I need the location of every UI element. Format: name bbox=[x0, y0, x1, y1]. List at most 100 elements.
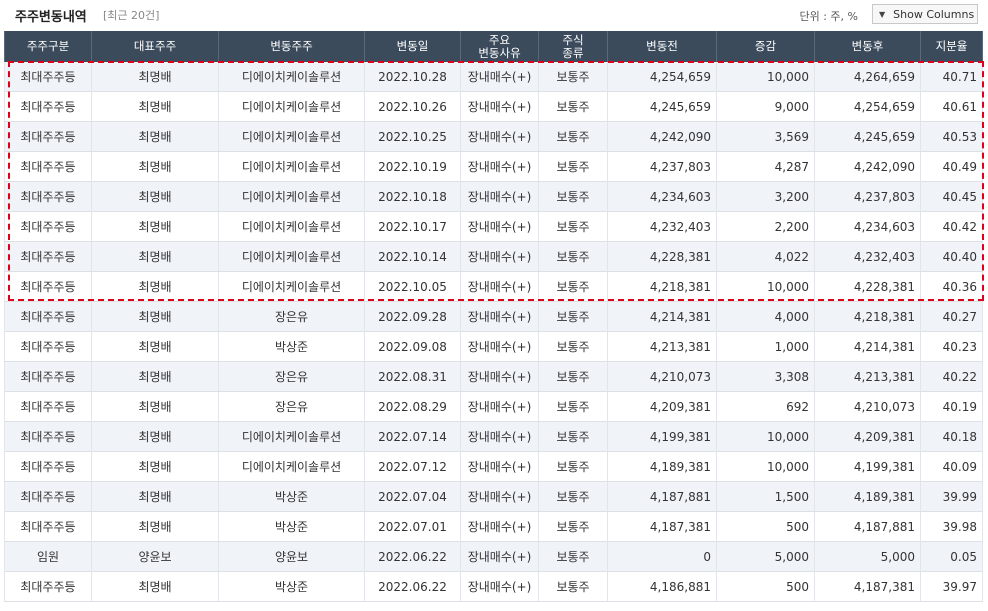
column-ownership-cell: 39.97 bbox=[920, 571, 983, 602]
column-ownership-cell: 0.05 bbox=[920, 541, 983, 572]
column-major-shareholder-header[interactable]: 대표주주 bbox=[91, 31, 219, 62]
column-major-shareholder-cell: 최명배 bbox=[91, 181, 219, 212]
column-share-type-cell: 보통주 bbox=[538, 331, 608, 362]
column-after-cell: 4,245,659 bbox=[814, 121, 921, 152]
column-shareholder-type-cell: 임원 bbox=[4, 541, 92, 572]
show-columns-button[interactable]: ▼ Show Columns bbox=[872, 4, 978, 24]
column-before-header[interactable]: 변동전 bbox=[607, 31, 717, 62]
column-share-type-cell: 보통주 bbox=[538, 511, 608, 542]
column-change-date-cell: 2022.10.25 bbox=[364, 121, 461, 152]
column-change-date-cell: 2022.10.05 bbox=[364, 271, 461, 302]
column-change-date-cell: 2022.07.04 bbox=[364, 481, 461, 512]
column-change-date-cell: 2022.07.12 bbox=[364, 451, 461, 482]
table-row: 최대주주등 최명배 디에이치케이솔루션 2022.10.25 장내매수(+) 보통주 4,2… bbox=[4, 121, 983, 152]
column-shareholder-type-cell: 최대주주등 bbox=[4, 271, 92, 302]
column-after-cell: 4,232,403 bbox=[814, 241, 921, 272]
column-before-cell: 4,187,881 bbox=[607, 481, 717, 512]
table-row: 임원 양윤보 양윤보 2022.06.22 장내매수(+) 보통주 0 5,000 5,000 0… bbox=[4, 541, 983, 572]
column-major-shareholder-cell: 최명배 bbox=[91, 511, 219, 542]
column-change-date-cell: 2022.10.14 bbox=[364, 241, 461, 272]
column-major-shareholder-cell: 최명배 bbox=[91, 241, 219, 272]
column-share-type-cell: 보통주 bbox=[538, 241, 608, 272]
column-shareholder-type-cell: 최대주주등 bbox=[4, 91, 92, 122]
column-before-cell: 4,237,803 bbox=[607, 151, 717, 182]
table-row: 최대주주등 최명배 박상준 2022.07.01 장내매수(+) 보통주 4,187,381… bbox=[4, 511, 983, 542]
column-change-date-cell: 2022.10.28 bbox=[364, 62, 461, 92]
column-before-cell: 4,199,381 bbox=[607, 421, 717, 452]
column-ownership-cell: 40.53 bbox=[920, 121, 983, 152]
column-changed-shareholder-cell: 장은유 bbox=[218, 391, 365, 422]
column-change-reason-cell: 장내매수(+) bbox=[460, 421, 539, 452]
column-share-type-cell: 보통주 bbox=[538, 361, 608, 392]
column-change-reason-header[interactable]: 주요 변동사유 bbox=[460, 31, 539, 62]
table-header-row: 주주구분 대표주주 변동주주 변동일 주요 변동사유 주식 종류 변동전 증감 변동후 지분율 bbox=[4, 31, 983, 62]
column-share-type-header[interactable]: 주식 종류 bbox=[538, 31, 608, 62]
column-before-cell: 4,187,381 bbox=[607, 511, 717, 542]
column-change-reason-cell: 장내매수(+) bbox=[460, 151, 539, 182]
column-share-type-cell: 보통주 bbox=[538, 421, 608, 452]
column-change-reason-cell: 장내매수(+) bbox=[460, 271, 539, 302]
column-after-cell: 4,210,073 bbox=[814, 391, 921, 422]
column-changed-shareholder-cell: 디에이치케이솔루션 bbox=[218, 62, 365, 92]
column-share-type-cell: 보통주 bbox=[538, 541, 608, 572]
column-changed-shareholder-cell: 디에이치케이솔루션 bbox=[218, 271, 365, 302]
table-row: 최대주주등 최명배 장은유 2022.09.28 장내매수(+) 보통주 4,214,381… bbox=[4, 301, 983, 332]
column-changed-shareholder-cell: 디에이치케이솔루션 bbox=[218, 91, 365, 122]
column-change-cell: 4,022 bbox=[716, 241, 815, 272]
column-changed-shareholder-cell: 디에이치케이솔루션 bbox=[218, 181, 365, 212]
column-change-cell: 500 bbox=[716, 511, 815, 542]
column-major-shareholder-cell: 최명배 bbox=[91, 451, 219, 482]
column-shareholder-type-header[interactable]: 주주구분 bbox=[4, 31, 92, 62]
column-change-reason-cell: 장내매수(+) bbox=[460, 121, 539, 152]
column-change-reason-cell: 장내매수(+) bbox=[460, 451, 539, 482]
column-major-shareholder-cell: 최명배 bbox=[91, 151, 219, 182]
column-changed-shareholder-cell: 디에이치케이솔루션 bbox=[218, 211, 365, 242]
column-change-reason-cell: 장내매수(+) bbox=[460, 331, 539, 362]
column-after-cell: 4,199,381 bbox=[814, 451, 921, 482]
column-share-type-cell: 보통주 bbox=[538, 151, 608, 182]
column-ownership-cell: 40.49 bbox=[920, 151, 983, 182]
column-share-type-cell: 보통주 bbox=[538, 391, 608, 422]
column-after-cell: 4,187,881 bbox=[814, 511, 921, 542]
column-change-date-header[interactable]: 변동일 bbox=[364, 31, 461, 62]
column-after-cell: 4,214,381 bbox=[814, 331, 921, 362]
show-columns-label: Show Columns bbox=[893, 7, 975, 21]
column-change-reason-cell: 장내매수(+) bbox=[460, 541, 539, 572]
section-header: 주주변동내역 [최근 20건] 단위 : 주, % ▼ Show Columns bbox=[0, 0, 988, 30]
column-shareholder-type-cell: 최대주주등 bbox=[4, 331, 92, 362]
column-after-header[interactable]: 변동후 bbox=[814, 31, 921, 62]
column-major-shareholder-cell: 최명배 bbox=[91, 391, 219, 422]
column-ownership-cell: 40.22 bbox=[920, 361, 983, 392]
column-change-date-cell: 2022.09.28 bbox=[364, 301, 461, 332]
column-before-cell: 4,242,090 bbox=[607, 121, 717, 152]
column-ownership-cell: 40.61 bbox=[920, 91, 983, 122]
column-before-cell: 4,218,381 bbox=[607, 271, 717, 302]
column-ownership-header[interactable]: 지분율 bbox=[920, 31, 983, 62]
column-changed-shareholder-header[interactable]: 변동주주 bbox=[218, 31, 365, 62]
column-change-header[interactable]: 증감 bbox=[716, 31, 815, 62]
column-ownership-cell: 39.98 bbox=[920, 511, 983, 542]
column-change-cell: 4,287 bbox=[716, 151, 815, 182]
column-shareholder-type-cell: 최대주주등 bbox=[4, 451, 92, 482]
column-after-cell: 5,000 bbox=[814, 541, 921, 572]
column-share-type-cell: 보통주 bbox=[538, 211, 608, 242]
column-change-reason-cell: 장내매수(+) bbox=[460, 571, 539, 602]
column-change-reason-cell: 장내매수(+) bbox=[460, 481, 539, 512]
column-major-shareholder-cell: 최명배 bbox=[91, 301, 219, 332]
column-change-cell: 1,000 bbox=[716, 331, 815, 362]
unit-label: 단위 : 주, % bbox=[799, 10, 858, 23]
column-change-cell: 10,000 bbox=[716, 421, 815, 452]
column-change-reason-cell: 장내매수(+) bbox=[460, 211, 539, 242]
column-after-cell: 4,218,381 bbox=[814, 301, 921, 332]
column-shareholder-type-cell: 최대주주등 bbox=[4, 571, 92, 602]
column-change-date-cell: 2022.07.01 bbox=[364, 511, 461, 542]
column-change-cell: 4,000 bbox=[716, 301, 815, 332]
column-changed-shareholder-cell: 양윤보 bbox=[218, 541, 365, 572]
column-share-type-cell: 보통주 bbox=[538, 181, 608, 212]
column-change-cell: 10,000 bbox=[716, 62, 815, 92]
column-shareholder-type-cell: 최대주주등 bbox=[4, 301, 92, 332]
column-major-shareholder-cell: 양윤보 bbox=[91, 541, 219, 572]
column-share-type-cell: 보통주 bbox=[538, 62, 608, 92]
column-share-type-cell: 보통주 bbox=[538, 451, 608, 482]
column-after-cell: 4,209,381 bbox=[814, 421, 921, 452]
